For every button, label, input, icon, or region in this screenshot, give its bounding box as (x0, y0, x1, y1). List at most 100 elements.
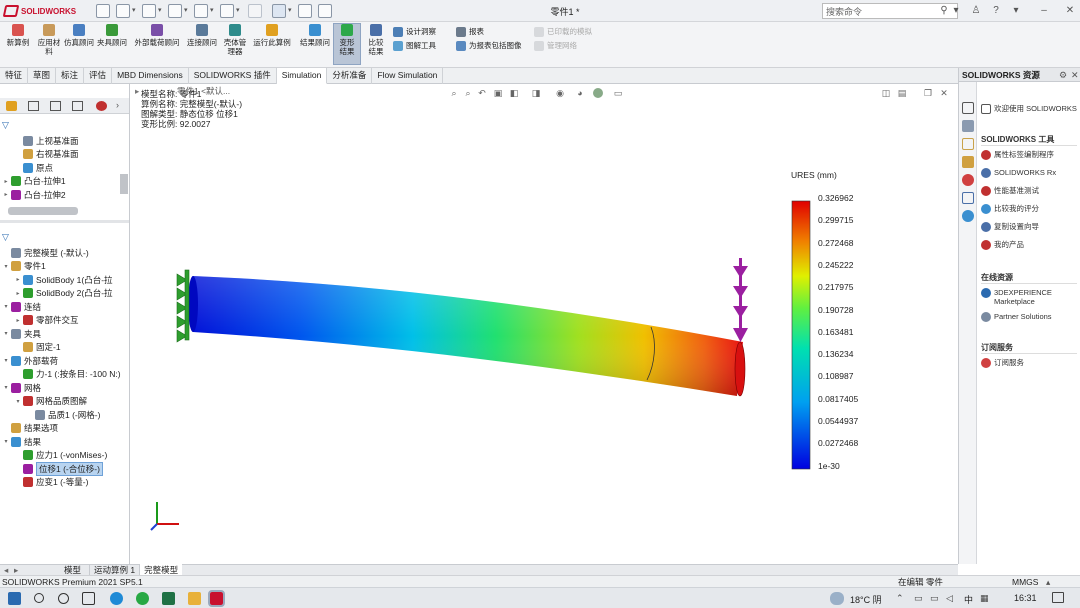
search-icon[interactable]: ⚲ (938, 5, 950, 17)
tree-item[interactable]: ▾ 外部载荷 (0, 354, 58, 367)
run-study-button[interactable]: 运行此算例 (250, 24, 294, 47)
search-icon[interactable] (34, 593, 44, 603)
expand-arrow-icon[interactable]: ▾ (14, 398, 22, 405)
external-loads-advisor-button[interactable]: 外部载荷顾问 (132, 24, 182, 47)
display-icon[interactable]: ▭ (930, 593, 939, 604)
simulation-advisor-button[interactable]: 仿真顾问 (64, 24, 94, 47)
tree-item[interactable]: ▸ SolidBody 2(凸台-拉 (0, 287, 113, 300)
tab-0[interactable]: 特征 (0, 68, 29, 84)
tab-2[interactable]: 标注 (56, 68, 85, 84)
tree-item[interactable]: 右视基准面 (0, 148, 79, 161)
tree-item[interactable]: ▸ 零部件交互 (0, 314, 79, 327)
start-icon[interactable] (8, 592, 21, 605)
graphics-area[interactable]: ▸ 模型名称: 零件1 零件1 <默认... 算例名称: 完整模型(-默认-) … (131, 84, 956, 564)
tools-section-header[interactable]: SOLIDWORKS 工具 (981, 134, 1077, 146)
manage-network-button[interactable]: 管理网络 (534, 40, 577, 51)
tree-item[interactable]: ▸ 凸台-拉伸2 (0, 188, 66, 201)
dimxpert-icon[interactable] (72, 101, 83, 111)
cortana-icon[interactable] (58, 593, 69, 604)
force-arrows[interactable] (733, 258, 748, 342)
tree-item[interactable]: 原点 (0, 161, 53, 174)
edge-icon[interactable] (110, 592, 123, 605)
fixture-markers[interactable] (176, 269, 190, 343)
fixtures-advisor-button[interactable]: 夹具顾问 (94, 24, 130, 47)
online-resource-link[interactable]: 3DEXPERIENCE Marketplace (981, 288, 1075, 306)
expand-arrow-icon[interactable]: ▾ (2, 384, 10, 391)
tab-3[interactable]: 评估 (84, 68, 113, 84)
chevron-down-icon[interactable]: ▾ (1010, 5, 1022, 17)
tree-item[interactable]: 力-1 (:按条目: -100 N:) (0, 368, 121, 381)
ime-indicator[interactable]: 中 (964, 593, 973, 606)
chevron-down-icon[interactable]: ▾ (158, 6, 164, 20)
tree-item[interactable]: 应力1 (-vonMises-) (0, 449, 107, 462)
tree-item[interactable]: 结果选项 (0, 422, 58, 435)
keyboard-icon[interactable]: ▦ (980, 593, 989, 604)
tab-5[interactable]: SOLIDWORKS 插件 (189, 68, 277, 84)
close-icon[interactable]: ✕ (1064, 5, 1076, 17)
home-icon[interactable] (96, 4, 110, 18)
open-folder-icon[interactable] (142, 4, 156, 18)
color-legend-bar[interactable] (791, 200, 811, 470)
tool-link[interactable]: 我的产品 (981, 240, 1024, 250)
new-document-icon[interactable] (116, 4, 130, 18)
options-gear-icon[interactable]: ⚙ (1059, 70, 1067, 81)
tree-item[interactable]: 完整模型 (-默认-) (0, 246, 89, 259)
deformed-beam[interactable] (188, 276, 746, 397)
shell-manager-button[interactable]: 壳体管理器 (222, 24, 248, 56)
welcome-link[interactable]: 欢迎使用 SOLIDWORKS (981, 104, 1077, 114)
expand-arrow-icon[interactable]: ▸ (2, 178, 10, 185)
tool-link[interactable]: 属性标签编制程序 (981, 150, 1054, 160)
tree-item[interactable]: ▾ 连结 (0, 300, 41, 313)
tab-1[interactable]: 草图 (28, 68, 57, 84)
undo-icon[interactable] (220, 4, 234, 18)
tree-item[interactable]: ▾ 网格 (0, 381, 41, 394)
expand-arrow-icon[interactable]: ▸ (14, 290, 22, 297)
tool-link[interactable]: SOLIDWORKS Rx (981, 168, 1056, 178)
tab-4[interactable]: MBD Dimensions (112, 68, 189, 84)
panel-splitter[interactable] (0, 220, 129, 223)
tree-item[interactable]: 位移1 (-合位移-) (0, 461, 103, 476)
configuration-manager-icon[interactable] (50, 101, 61, 111)
select-pointer-icon[interactable] (272, 4, 286, 18)
task-view-icon[interactable] (82, 592, 95, 605)
subscription-section-header[interactable]: 订阅服务 (981, 342, 1077, 354)
chevron-up-icon[interactable]: ⌃ (896, 593, 904, 604)
property-manager-icon[interactable] (28, 101, 39, 111)
design-library-icon[interactable] (962, 120, 974, 132)
help-icon[interactable]: ? (990, 5, 1002, 17)
tree-item[interactable]: ▾ 网格品质图解 (0, 395, 87, 408)
chevron-down-icon[interactable]: ▾ (288, 6, 294, 20)
wechat-icon[interactable] (136, 592, 149, 605)
results-advisor-button[interactable]: 结果顾问 (298, 24, 332, 47)
print-icon[interactable] (194, 4, 208, 18)
tree-item[interactable]: 固定-1 (0, 341, 61, 354)
filter-icon[interactable]: ▽ (2, 120, 12, 130)
close-icon[interactable]: ✕ (1071, 70, 1079, 81)
expand-arrow-icon[interactable]: ▸ (14, 317, 22, 324)
report-button[interactable]: 报表 (456, 26, 484, 37)
uploaded-sim-button[interactable]: 已印载的模拟 (534, 26, 592, 37)
subscription-link[interactable]: 订阅服务 (981, 358, 1024, 368)
expand-arrow-icon[interactable]: ▸ (2, 191, 10, 198)
save-icon[interactable] (168, 4, 182, 18)
tree-item[interactable]: 上视基准面 (0, 134, 79, 147)
deformed-result-button[interactable]: 变形结果 (333, 23, 361, 65)
home-icon[interactable] (962, 102, 974, 114)
redo-icon[interactable] (248, 4, 262, 18)
clock[interactable]: 16:31 (1014, 593, 1037, 603)
filter-icon[interactable]: ▽ (2, 232, 12, 242)
expand-arrow-icon[interactable]: ▾ (2, 330, 10, 337)
tool-link[interactable]: 比较我的评分 (981, 204, 1039, 214)
custom-properties-icon[interactable] (962, 192, 974, 204)
feature-manager-icon[interactable] (6, 101, 17, 111)
tree-item[interactable]: ▾ 结果 (0, 435, 41, 448)
minimize-icon[interactable]: – (1038, 5, 1050, 17)
weather-icon[interactable] (830, 592, 844, 605)
chevron-down-icon[interactable]: ▾ (236, 6, 242, 20)
scroll-right-icon[interactable]: ▸ (14, 565, 24, 576)
expand-arrow-icon[interactable]: ▾ (2, 263, 10, 270)
weather-text[interactable]: 18°C 阴 (850, 593, 882, 606)
include-image-button[interactable]: 为报表包括图像 (456, 40, 522, 51)
apply-material-button[interactable]: 应用材料 (36, 24, 62, 56)
online-section-header[interactable]: 在线资源 (981, 272, 1077, 284)
